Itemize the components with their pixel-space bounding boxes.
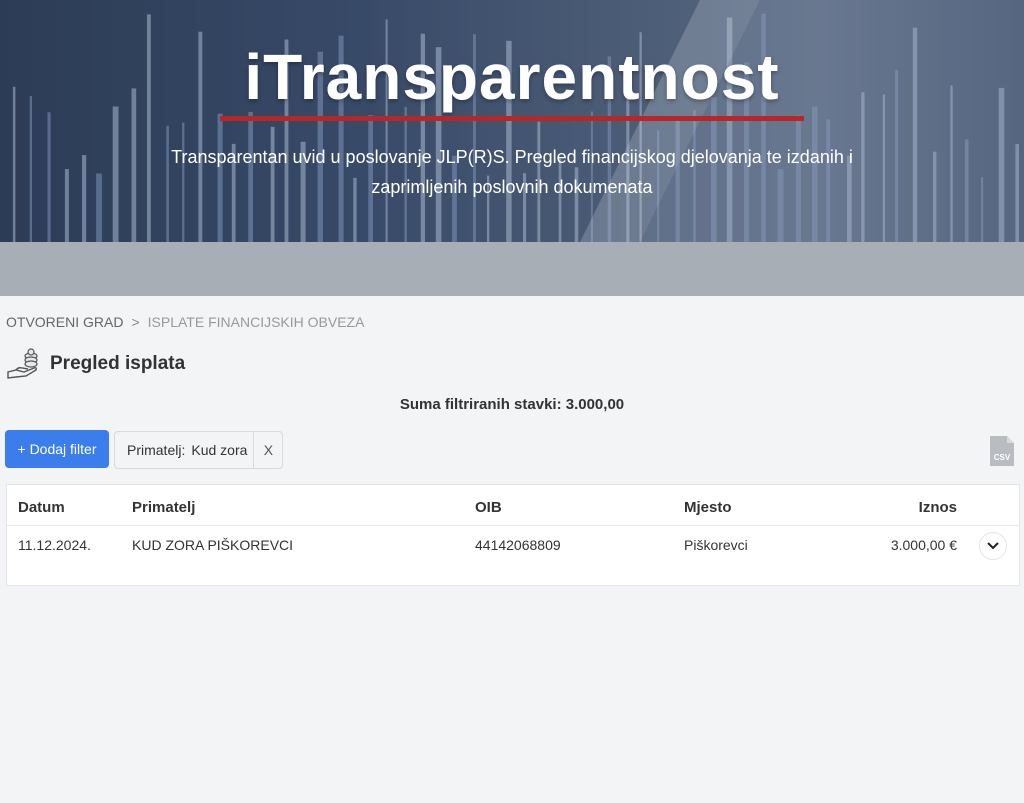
hero-bar bbox=[47, 112, 51, 242]
hand-coins-icon bbox=[7, 348, 38, 379]
breadcrumb: OTVORENI GRAD > ISPLATE FINANCIJSKIH OBVEZ… bbox=[6, 314, 364, 330]
hero-bar bbox=[29, 95, 32, 242]
hero-bar bbox=[96, 173, 102, 242]
column-header-datum[interactable]: Datum bbox=[18, 485, 65, 525]
site-title: iTransparentnost bbox=[244, 41, 780, 113]
site-subtitle: Transparentan uvid u poslovanje JLP(R)S.… bbox=[171, 147, 853, 197]
title-underline bbox=[220, 116, 804, 121]
hero-banner: iTransparentnost Transparentan uvid u po… bbox=[0, 0, 1024, 242]
table-header: Datum Primatelj OIB Mjesto Iznos bbox=[7, 485, 1019, 526]
cell-datum: 11.12.2024. bbox=[18, 537, 91, 553]
chevron-down-icon bbox=[987, 542, 999, 550]
cell-oib: 44142068809 bbox=[475, 537, 561, 553]
remove-filter-button[interactable]: X bbox=[253, 432, 282, 468]
column-header-primatelj[interactable]: Primatelj bbox=[132, 485, 195, 525]
hero-bar bbox=[112, 106, 119, 242]
breadcrumb-separator: > bbox=[131, 314, 140, 330]
table-row[interactable]: 11.12.2024. KUD ZORA PIŠKOREVCI 44142068… bbox=[7, 525, 1019, 565]
nav-strip bbox=[0, 242, 1024, 296]
column-header-mjesto[interactable]: Mjesto bbox=[684, 485, 732, 525]
filtered-sum: Suma filtriranih stavki: 3.000,00 bbox=[399, 396, 625, 413]
column-header-oib[interactable]: OIB bbox=[475, 485, 502, 525]
column-header-iznos[interactable]: Iznos bbox=[919, 485, 957, 525]
expand-row-button[interactable] bbox=[979, 532, 1007, 560]
filter-chip-primatelj: Primatelj: Kud zora X bbox=[114, 431, 284, 469]
filter-chip-label: Primatelj: bbox=[127, 442, 186, 458]
hero-background-image bbox=[0, 0, 1024, 242]
filter-chip-value: Kud zora bbox=[191, 442, 248, 458]
csv-file-icon[interactable]: CSV bbox=[990, 436, 1014, 466]
cell-iznos: 3.000,00 € bbox=[890, 537, 957, 553]
page-title: Pregled isplata bbox=[50, 353, 186, 374]
hero-bar bbox=[82, 155, 87, 242]
breadcrumb-home-link[interactable]: OTVORENI GRAD bbox=[6, 314, 123, 330]
cell-mjesto: Piškorevci bbox=[684, 537, 748, 553]
breadcrumb-current: ISPLATE FINANCIJSKIH OBVEZA bbox=[147, 314, 365, 330]
page-heading: Pregled isplata bbox=[6, 348, 185, 380]
cell-primatelj: KUD ZORA PIŠKOREVCI bbox=[132, 537, 294, 553]
csv-file-label: CSV bbox=[994, 453, 1011, 462]
hero-bar bbox=[64, 169, 69, 242]
payments-table: Datum Primatelj OIB Mjesto Iznos 11.12.2… bbox=[6, 484, 1020, 586]
add-filter-button[interactable]: + Dodaj filter bbox=[5, 430, 109, 468]
